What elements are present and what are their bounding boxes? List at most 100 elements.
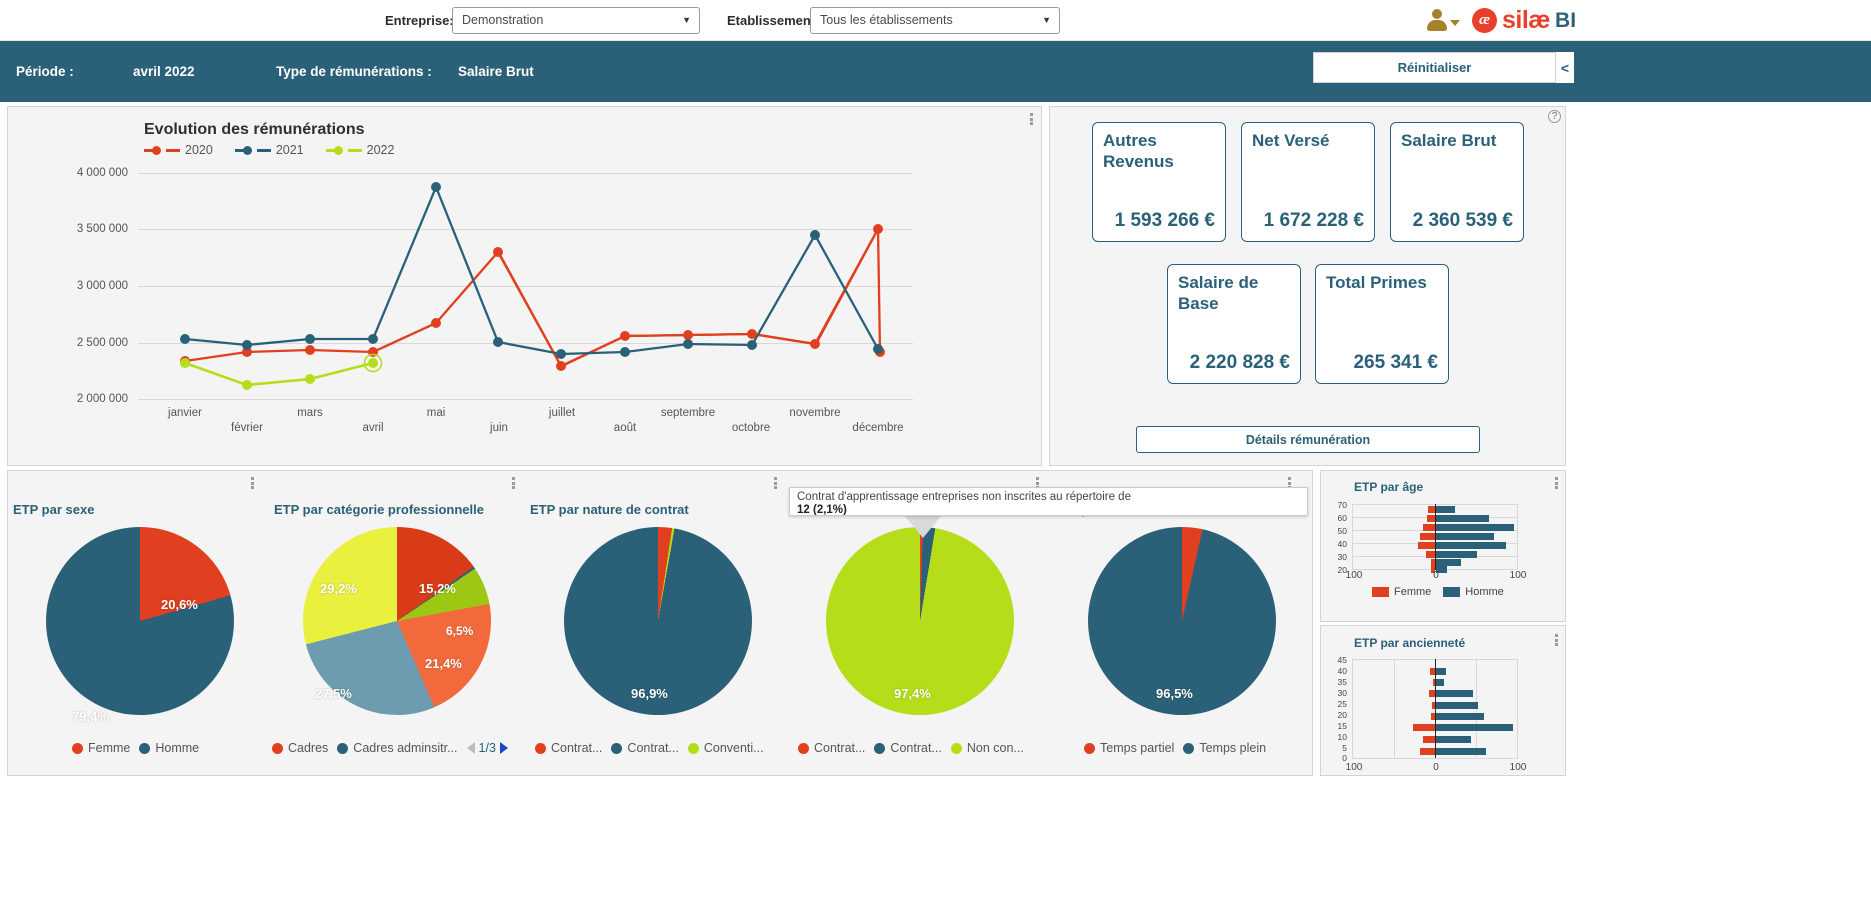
kpi-card-autres-revenus[interactable]: Autres Revenus 1 593 266 € xyxy=(1092,122,1226,242)
legend-line2-2021 xyxy=(256,148,271,152)
anc-bar-femme[interactable] xyxy=(1423,736,1435,743)
legend-item-2020[interactable]: 2020 xyxy=(144,143,213,157)
panel-drag-handle[interactable] xyxy=(774,477,777,489)
kpi-card-total-primes[interactable]: Total Primes 265 341 € xyxy=(1315,264,1449,384)
pie-slice-label: 79,4% xyxy=(72,709,109,724)
anc-bar-homme[interactable] xyxy=(1436,748,1486,755)
silae-logo-mark: æ xyxy=(1472,8,1497,33)
age-bar-femme[interactable] xyxy=(1431,559,1435,566)
legend-label: Temps plein xyxy=(1199,741,1267,755)
legend-item[interactable]: Homme xyxy=(1443,586,1504,598)
age-bar-femme[interactable] xyxy=(1420,533,1435,540)
legend-label: Contrat... xyxy=(890,741,942,755)
age-bar-femme[interactable] xyxy=(1423,524,1435,531)
age-bar-homme[interactable] xyxy=(1436,524,1514,531)
legend-label: Homme xyxy=(155,741,200,755)
legend-item-2022[interactable]: 2022 xyxy=(325,143,394,157)
legend-swatch xyxy=(798,742,809,754)
anc-ytick-40: 40 xyxy=(1337,666,1347,676)
anc-xtick-right: 100 xyxy=(1509,762,1527,773)
legend-item[interactable]: Cadres adminsitr... xyxy=(337,741,458,755)
periode-value[interactable]: avril 2022 xyxy=(133,64,195,79)
age-bar-homme[interactable] xyxy=(1436,515,1489,522)
age-bar-femme[interactable] xyxy=(1428,506,1435,513)
user-account-icon[interactable] xyxy=(1424,8,1460,34)
age-bar-femme[interactable] xyxy=(1426,551,1435,558)
anc-bar-femme[interactable] xyxy=(1431,713,1435,720)
details-remuneration-button[interactable]: Détails rémunération xyxy=(1136,426,1480,453)
legend-dot-2021 xyxy=(242,145,252,155)
kpi-card-salaire-brut[interactable]: Salaire Brut 2 360 539 € xyxy=(1390,122,1524,242)
xtick-decembre: décembre xyxy=(852,422,904,434)
legend-item[interactable]: Femme xyxy=(1372,586,1431,598)
panel-drag-handle[interactable] xyxy=(1555,477,1558,489)
legend-item[interactable]: Contrat... xyxy=(535,741,602,755)
anc-bar-homme[interactable] xyxy=(1436,713,1484,720)
age-bar-homme[interactable] xyxy=(1436,506,1455,513)
anc-axis-bottom xyxy=(1352,758,1518,759)
kpi-card-salaire-de-base[interactable]: Salaire de Base 2 220 828 € xyxy=(1167,264,1301,384)
anc-bar-femme[interactable] xyxy=(1433,679,1435,686)
chevron-down-icon: ▼ xyxy=(682,15,691,25)
panel-drag-handle[interactable] xyxy=(1555,634,1558,646)
panel-drag-handle[interactable] xyxy=(512,477,515,489)
legend-item[interactable]: Contrat... xyxy=(874,741,942,755)
age-bar-femme[interactable] xyxy=(1418,542,1435,549)
anc-bar-femme[interactable] xyxy=(1432,702,1435,709)
age-bar-homme[interactable] xyxy=(1436,551,1477,558)
kpi-value: 1 593 266 € xyxy=(1114,210,1215,231)
age-axis-right xyxy=(1517,504,1518,570)
anc-ytick-35: 35 xyxy=(1337,677,1347,687)
legend-item[interactable]: Contrat... xyxy=(798,741,865,755)
pie-slice-label: 20,6% xyxy=(161,597,198,612)
ytick-0: 2 000 000 xyxy=(76,393,128,405)
age-bar-homme[interactable] xyxy=(1436,559,1461,566)
legend-item-2021[interactable]: 2021 xyxy=(234,143,304,157)
triangle-right-icon[interactable] xyxy=(499,742,508,754)
legend-label: Homme xyxy=(1465,586,1504,598)
legend-label: Contrat... xyxy=(814,741,866,755)
anc-bar-femme[interactable] xyxy=(1420,748,1435,755)
legend-item[interactable]: Femme xyxy=(72,741,130,755)
legend-item[interactable]: Homme xyxy=(139,741,199,755)
anc-bar-homme[interactable] xyxy=(1436,702,1478,709)
evolution-chart-title: Evolution des rémunérations xyxy=(144,121,365,138)
type-remuneration-label: Type de rémunérations : xyxy=(276,64,432,79)
panel-drag-handle[interactable] xyxy=(1030,113,1033,125)
pie-chart-etp-par-sexe[interactable] xyxy=(46,527,234,715)
triangle-left-icon[interactable] xyxy=(466,742,475,754)
legend-item[interactable]: Temps plein xyxy=(1183,741,1266,755)
etablissement-select[interactable]: Tous les établissements ▼ xyxy=(810,6,1060,34)
age-bar-homme[interactable] xyxy=(1436,542,1506,549)
entreprise-select[interactable]: Demonstration ▼ xyxy=(452,6,700,34)
xtick-novembre: novembre xyxy=(789,407,841,419)
chevron-down-icon: ▼ xyxy=(1042,15,1051,25)
anc-bar-homme[interactable] xyxy=(1436,724,1513,731)
anc-bar-femme[interactable] xyxy=(1430,668,1435,675)
type-remuneration-value[interactable]: Salaire Brut xyxy=(458,64,534,79)
legend-label: Cadres adminsitr... xyxy=(353,741,458,755)
legend-item[interactable]: Non con... xyxy=(950,741,1024,755)
legend-item[interactable]: Cadres xyxy=(272,741,328,755)
anc-bar-femme[interactable] xyxy=(1429,690,1435,697)
legend-item[interactable]: Temps partiel xyxy=(1084,741,1174,755)
legend-label: Conventi... xyxy=(703,741,764,755)
anc-bar-homme[interactable] xyxy=(1436,736,1471,743)
kpi-title: Total Primes xyxy=(1326,273,1427,292)
panel-drag-handle[interactable] xyxy=(251,477,254,489)
anc-bar-homme[interactable] xyxy=(1436,679,1444,686)
collapse-panel-button[interactable]: < xyxy=(1556,52,1574,83)
reset-button[interactable]: Réinitialiser xyxy=(1313,52,1556,83)
kpi-card-net-verse[interactable]: Net Versé 1 672 228 € xyxy=(1241,122,1375,242)
anc-bar-homme[interactable] xyxy=(1436,690,1473,697)
kpi-panel: ? Autres Revenus 1 593 266 € Net Versé 1… xyxy=(1049,106,1566,466)
anc-bar-homme[interactable] xyxy=(1436,668,1446,675)
kpi-title: Salaire de Base xyxy=(1178,273,1259,314)
legend-item[interactable]: Contrat... xyxy=(611,741,679,755)
legend-item[interactable]: Conventi... xyxy=(687,741,764,755)
pager-text: 1/3 xyxy=(478,741,496,755)
anc-bar-femme[interactable] xyxy=(1413,724,1435,731)
help-icon[interactable]: ? xyxy=(1548,110,1561,123)
age-bar-femme[interactable] xyxy=(1427,515,1435,522)
age-bar-homme[interactable] xyxy=(1436,533,1494,540)
